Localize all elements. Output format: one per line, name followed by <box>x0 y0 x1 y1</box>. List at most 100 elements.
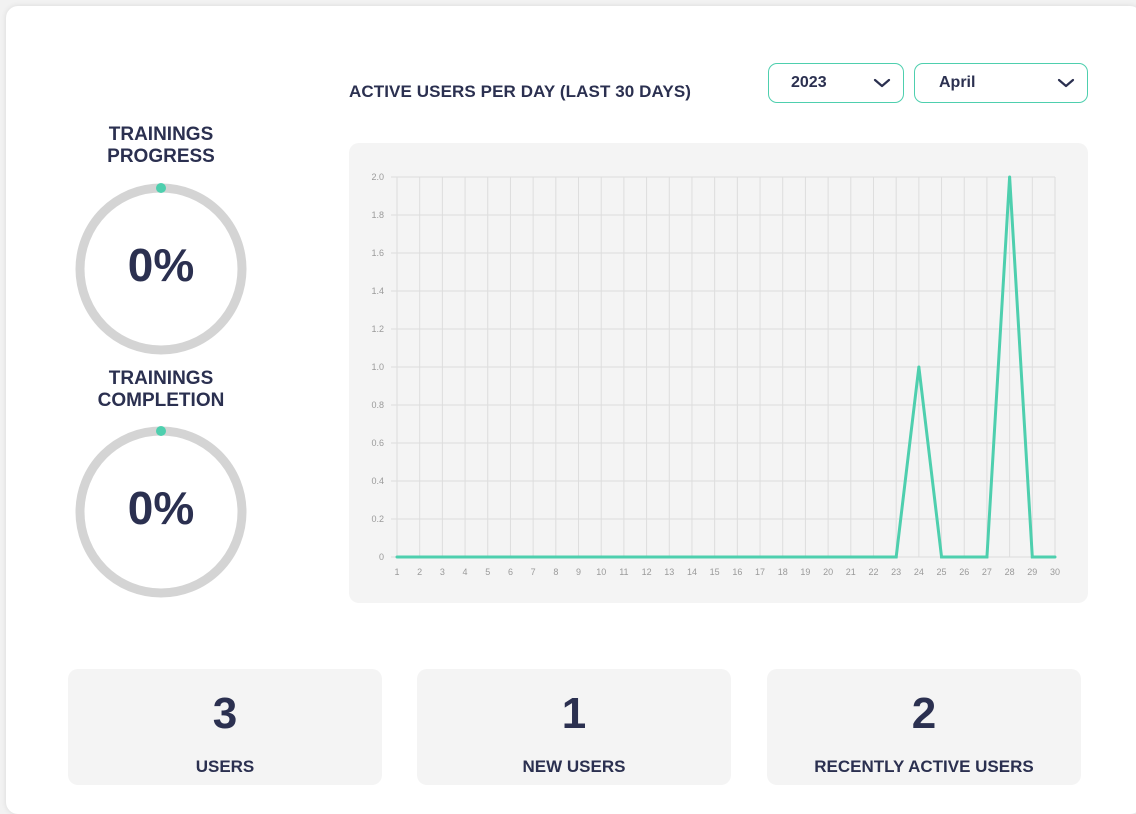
month-select[interactable]: April <box>914 63 1088 103</box>
x-tick-label: 24 <box>914 567 924 577</box>
data-point <box>599 555 603 559</box>
y-tick-label: 0 <box>379 552 384 562</box>
year-select[interactable]: 2023 <box>768 63 904 103</box>
data-point <box>577 555 581 559</box>
data-point <box>713 555 717 559</box>
trainings-progress-title-line2: PROGRESS <box>107 146 215 167</box>
x-tick-label: 22 <box>868 567 878 577</box>
x-tick-label: 2 <box>417 567 422 577</box>
x-tick-label: 18 <box>778 567 788 577</box>
progress-indicator-dot <box>156 183 166 193</box>
x-tick-label: 12 <box>642 567 652 577</box>
chevron-down-icon <box>873 78 891 88</box>
trainings-completion-value: 0% <box>127 482 195 534</box>
x-tick-label: 1 <box>394 567 399 577</box>
x-tick-label: 30 <box>1050 567 1060 577</box>
stat-value-new-users: 1 <box>561 689 587 738</box>
x-tick-label: 9 <box>576 567 581 577</box>
data-point <box>940 555 944 559</box>
data-point <box>849 555 853 559</box>
data-point <box>1030 555 1034 559</box>
data-point <box>690 555 694 559</box>
data-point <box>1008 175 1012 179</box>
month-select-value: April <box>939 74 976 91</box>
x-tick-label: 16 <box>732 567 742 577</box>
x-tick-label: 11 <box>619 567 628 577</box>
year-select-value: 2023 <box>791 74 827 91</box>
data-point <box>418 555 422 559</box>
data-point <box>917 365 921 369</box>
data-point <box>508 555 512 559</box>
y-tick-label: 1.2 <box>371 324 384 334</box>
data-point <box>894 555 898 559</box>
x-tick-label: 10 <box>596 567 606 577</box>
stat-value-users: 3 <box>212 689 238 738</box>
data-point <box>871 555 875 559</box>
x-tick-label: 8 <box>553 567 558 577</box>
x-tick-label: 5 <box>485 567 490 577</box>
stat-label-recently-active: RECENTLY ACTIVE USERS <box>814 757 1034 776</box>
y-tick-label: 0.2 <box>371 514 384 524</box>
data-point <box>962 555 966 559</box>
x-tick-label: 27 <box>982 567 992 577</box>
active-users-line-chart: 00.20.40.60.81.01.21.41.61.82.01 2 3 4 5 6 7 8 9… <box>371 172 1060 577</box>
x-tick-label: 20 <box>823 567 833 577</box>
data-point <box>395 555 399 559</box>
chart-title: ACTIVE USERS PER DAY (LAST 30 DAYS) <box>349 82 692 101</box>
x-tick-label: 4 <box>463 567 468 577</box>
data-point <box>486 555 490 559</box>
data-point <box>554 555 558 559</box>
x-tick-label: 29 <box>1027 567 1037 577</box>
data-point <box>440 555 444 559</box>
x-tick-label: 23 <box>891 567 901 577</box>
data-point <box>985 555 989 559</box>
data-point <box>758 555 762 559</box>
data-point <box>622 555 626 559</box>
x-tick-label: 25 <box>937 567 947 577</box>
stat-card-recently-active-users: 2 RECENTLY ACTIVE USERS <box>767 669 1081 785</box>
x-tick-label: 26 <box>959 567 969 577</box>
trainings-completion-title-line1: TRAININGS <box>108 368 214 389</box>
trainings-progress-title-line1: TRAININGS <box>108 124 214 145</box>
data-point <box>531 555 535 559</box>
x-tick-label: 13 <box>664 567 674 577</box>
y-tick-label: 1.4 <box>371 286 384 296</box>
data-point <box>667 555 671 559</box>
stat-card-new-users: 1 NEW USERS <box>417 669 731 785</box>
x-tick-label: 19 <box>800 567 810 577</box>
x-tick-label: 21 <box>846 567 856 577</box>
trainings-completion-title: TRAININGS COMPLETION <box>74 368 248 412</box>
stat-label-users: USERS <box>195 757 255 776</box>
data-point <box>463 555 467 559</box>
trainings-progress-value: 0% <box>127 239 195 291</box>
chevron-down-icon <box>1057 78 1075 88</box>
stat-label-new-users: NEW USERS <box>522 757 626 776</box>
trainings-completion-title-line2: COMPLETION <box>97 390 225 411</box>
data-point <box>735 555 739 559</box>
active-users-chart: 0 0.2 0.4 0.6 0.8 1.0 1.2 1.4 1.6 1.8 2.0 1 2 3 4 5 6 7 8 9… <box>349 143 1088 603</box>
y-tick-label: 2.0 <box>371 172 384 182</box>
y-tick-label: 1.0 <box>371 362 384 372</box>
stat-value-recently-active: 2 <box>911 689 937 738</box>
y-tick-label: 0.6 <box>371 438 384 448</box>
trainings-progress-title: TRAININGS PROGRESS <box>74 124 248 168</box>
x-tick-label: 17 <box>755 567 765 577</box>
completion-indicator-dot <box>156 426 166 436</box>
x-tick-label: 15 <box>710 567 720 577</box>
data-point <box>803 555 807 559</box>
y-tick-label: 1.6 <box>371 248 384 258</box>
x-tick-label: 6 <box>508 567 513 577</box>
data-point <box>645 555 649 559</box>
x-tick-label: 14 <box>687 567 697 577</box>
x-tick-label: 3 <box>440 567 445 577</box>
data-point <box>1053 555 1057 559</box>
dashboard-card: ACTIVE USERS PER DAY (LAST 30 DAYS) 2023… <box>6 6 1136 814</box>
stat-card-users: 3 USERS <box>68 669 382 785</box>
data-point <box>826 555 830 559</box>
y-tick-label: 1.8 <box>371 210 384 220</box>
y-tick-label: 0.8 <box>371 400 384 410</box>
x-tick-label: 28 <box>1005 567 1015 577</box>
data-point <box>781 555 785 559</box>
x-tick-label: 7 <box>531 567 536 577</box>
y-tick-label: 0.4 <box>371 476 384 486</box>
